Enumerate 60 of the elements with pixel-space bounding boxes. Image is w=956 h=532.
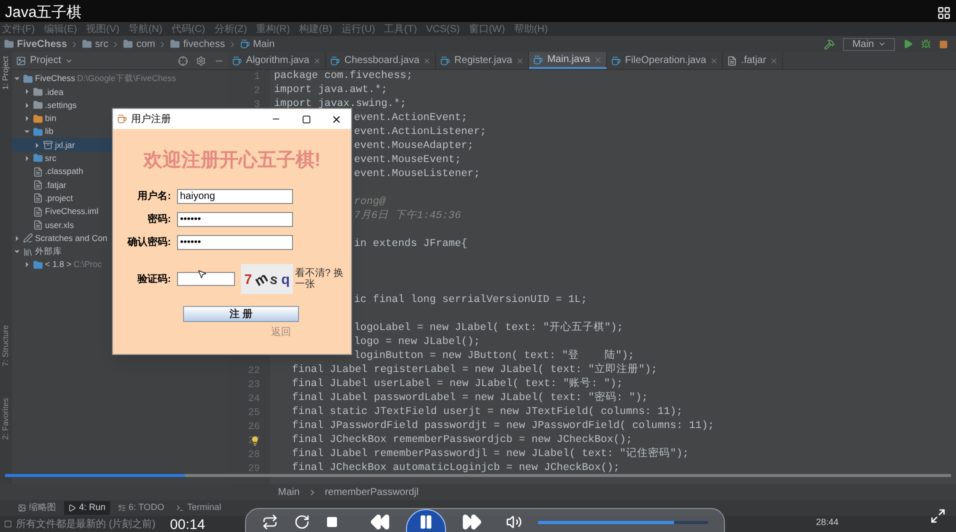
code-line: import java.awt.*; bbox=[274, 83, 388, 98]
code-line: final JLabel registerLabel = new JLabel( text: "立即注册"); bbox=[292, 363, 658, 378]
tree-path: D:\Google下载\FiveChess bbox=[77, 72, 176, 86]
code-line: final JLabel passwordLabel = new JLabel( text: "密码: "); bbox=[292, 391, 648, 406]
code-line: final JCheckBox rememberPasswordjcb = new JCheckBox(); bbox=[292, 433, 632, 448]
code-line: event.MouseAdapter; bbox=[354, 139, 474, 154]
code-line: final JPasswordField passwordjt = new JPasswordField( columns: 11); bbox=[292, 419, 714, 434]
playback-time: 00:14 bbox=[170, 517, 206, 532]
code-line: final JLabel userLabel = new JLabel( text: "账号: "); bbox=[292, 377, 623, 391]
tree-label: 外部库 bbox=[35, 245, 62, 258]
code-line: in extends JFrame{ bbox=[354, 237, 468, 252]
code-line: loginButton = new JButton( text: "登 陆"); bbox=[354, 349, 634, 363]
tree-label: FiveChess bbox=[35, 72, 76, 86]
tree-label: .classpath bbox=[45, 165, 84, 178]
code-line: final static JTextField userjt = new JTextField( columns: 11); bbox=[292, 405, 683, 420]
dialog-title: 用户注册 bbox=[131, 112, 171, 126]
field-label: 用户名: bbox=[136, 189, 172, 204]
tree-label: jxl.jar bbox=[55, 138, 75, 152]
captcha-char: m bbox=[252, 268, 270, 291]
tree-label: .project bbox=[45, 192, 73, 205]
code-line: event.MouseEvent; bbox=[354, 153, 462, 168]
tab-label: .fatjar bbox=[741, 54, 766, 68]
code-line: logo = new JLabel(); bbox=[354, 335, 480, 350]
tab-label: Register.java bbox=[454, 54, 512, 68]
tree-label: FiveChess.iml bbox=[45, 205, 98, 218]
code-comment: 7月6日 下午1:45:36 bbox=[354, 209, 462, 224]
status-text: 所有文件都是最新的 (片刻之前) bbox=[16, 518, 156, 532]
video-title: Java五子棋 bbox=[5, 4, 82, 22]
captcha-char: s bbox=[268, 268, 280, 290]
captcha-char: 7 bbox=[244, 270, 252, 288]
code-line: package com.fivechess; bbox=[274, 69, 413, 84]
tree-label: .settings bbox=[45, 98, 77, 112]
tab-label: Chessboard.java bbox=[344, 54, 420, 68]
tree-label: user.xls bbox=[45, 218, 74, 232]
tree-label: < 1.8 > bbox=[45, 258, 72, 272]
code-line: import javax.swing.*; bbox=[274, 97, 406, 112]
tab-label: FileOperation.java bbox=[625, 54, 706, 68]
captcha-char: q bbox=[281, 270, 290, 289]
tree-path: C:\Proc bbox=[73, 258, 102, 272]
code-line: event.MouseListener; bbox=[354, 167, 480, 182]
tree-label: lib bbox=[45, 125, 54, 138]
dialog-heading: 欢迎注册开心五子棋! bbox=[142, 149, 322, 173]
field-label: 验证码: bbox=[136, 272, 172, 286]
tray-clock: 28:44 bbox=[816, 516, 839, 529]
code-line: final JCheckBox automaticLoginjcb = new JCheckBox(); bbox=[292, 461, 620, 476]
code-line: final JLabel rememberPasswordjl = new JLabel( text: "记住密码"); bbox=[292, 447, 689, 462]
code-line: event.ActionEvent; bbox=[354, 111, 468, 126]
tab-label: Algorithm.java bbox=[246, 54, 310, 68]
code-line: ic final long serrialVersionUID = 1L; bbox=[354, 293, 588, 308]
tree-label: Scratches and Con bbox=[35, 232, 108, 245]
field-label: 密码: bbox=[146, 212, 172, 227]
tree-label: .fatjar bbox=[45, 178, 66, 192]
tree-label: src bbox=[45, 152, 56, 165]
tree-label: .idea bbox=[45, 86, 64, 98]
field-label: 确认密码: bbox=[126, 236, 172, 250]
code-line: event.ActionListener; bbox=[354, 125, 486, 140]
tab-label: Main.java bbox=[547, 53, 590, 67]
code-comment: rong@ bbox=[354, 195, 386, 210]
tree-label: bin bbox=[45, 112, 56, 125]
code-line: logoLabel = new JLabel( text: "开心五子棋"); bbox=[354, 321, 624, 336]
